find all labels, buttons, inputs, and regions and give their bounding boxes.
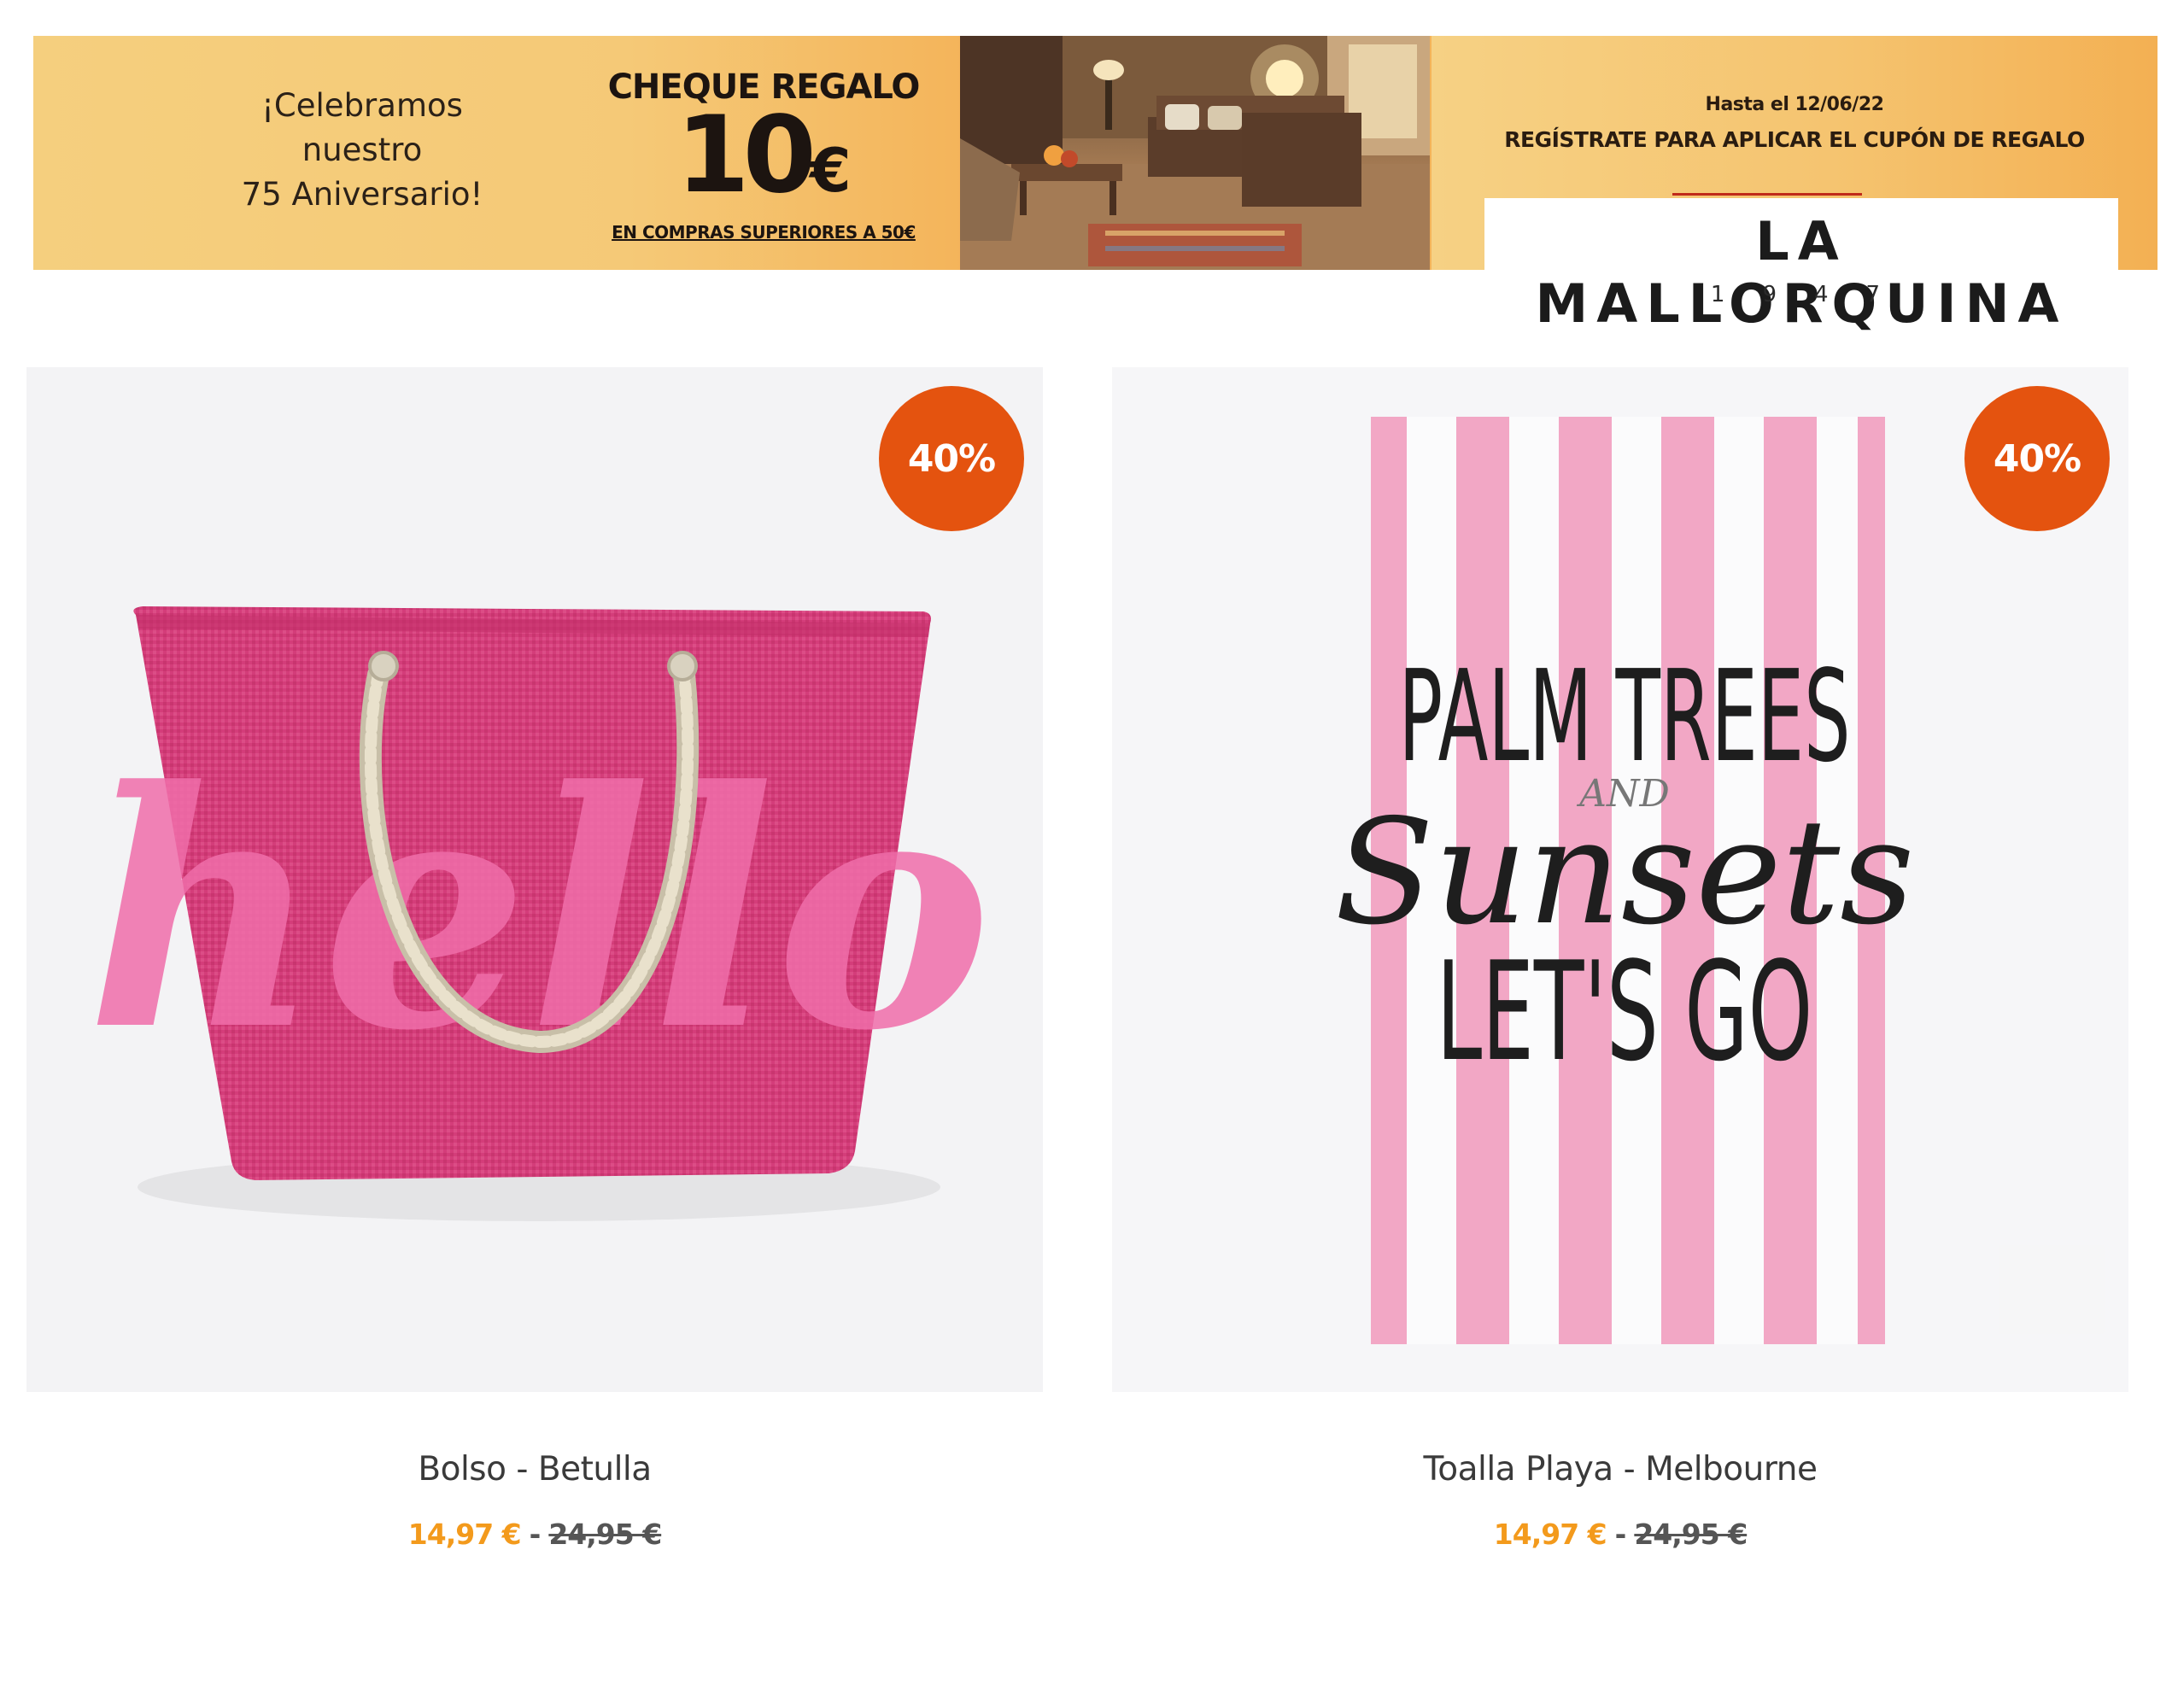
cheque-amount-value: 10 [676,94,817,217]
cheque-currency: € [809,136,852,206]
towel-print-line-4: LET'S GO [1437,933,1813,1092]
brand-name: LA MALLORQUINA [1535,210,2068,335]
anniversary-line-1: ¡Celebramos [261,87,463,124]
brand-logo[interactable]: LA MALLORQUINA 1947 [1484,198,2118,335]
pink-bag-image: hello [86,606,992,1221]
striped-towel-image: PALM TREES AND Sunsets LET'S GO [1335,417,1915,1344]
product-name[interactable]: Toalla Playa - Melbourne [1112,1450,2128,1489]
logo-accent-line [1672,193,1862,196]
price-current: 14,97 € [1493,1518,1607,1551]
product-name[interactable]: Bolso - Betulla [26,1450,1043,1489]
living-room-image [960,36,1430,270]
price-original: 24,95 € [548,1518,662,1551]
discount-badge: 40% [1964,386,2110,531]
gift-cheque: CHEQUE REGALO 10€ EN COMPRAS SUPERIORES … [563,67,964,243]
promo-register-text: REGÍSTRATE PARA APLICAR EL CUPÓN DE REGA… [1504,127,2085,152]
product-card[interactable]: PALM TREES AND Sunsets LET'S GO 40% Toal… [1112,367,2128,1551]
promo-date: Hasta el 12/06/22 [1705,94,1884,115]
page: ¡Celebramos nuestro 75 Aniversario! CHEQ… [0,0,2178,1708]
brand-year: 1947 [1710,282,1918,307]
price-separator: - [1614,1518,1627,1551]
price-current: 14,97 € [407,1518,522,1551]
discount-badge: 40% [879,386,1024,531]
cheque-note: EN COMPRAS SUPERIORES A 50€ [612,222,916,243]
price-original: 24,95 € [1634,1518,1748,1551]
product-card[interactable]: hello 40% Bolso - Betulla 14,97 € -24,95 … [26,367,1043,1551]
product-image[interactable]: PALM TREES AND Sunsets LET'S GO 40% [1112,367,2128,1392]
towel-print-line-1: PALM TREES [1398,643,1850,790]
price-separator: - [529,1518,542,1551]
anniversary-text: ¡Celebramos nuestro 75 Aniversario! [170,84,554,217]
towel-print-line-3: Sunsets [1335,788,1915,957]
anniversary-line-3: 75 Aniversario! [241,176,483,213]
product-price: 14,97 € -24,95 € [1112,1518,2128,1551]
living-room-illustration [960,36,1430,270]
promo-details: Hasta el 12/06/22 REGÍSTRATE PARA APLICA… [1432,92,2158,157]
image-overlay-button[interactable] [1999,1245,2105,1334]
anniversary-line-2: nuestro [302,132,423,168]
cheque-amount: 10€ [563,102,964,220]
product-price: 14,97 € -24,95 € [26,1518,1043,1551]
product-image[interactable]: hello 40% [26,367,1043,1392]
